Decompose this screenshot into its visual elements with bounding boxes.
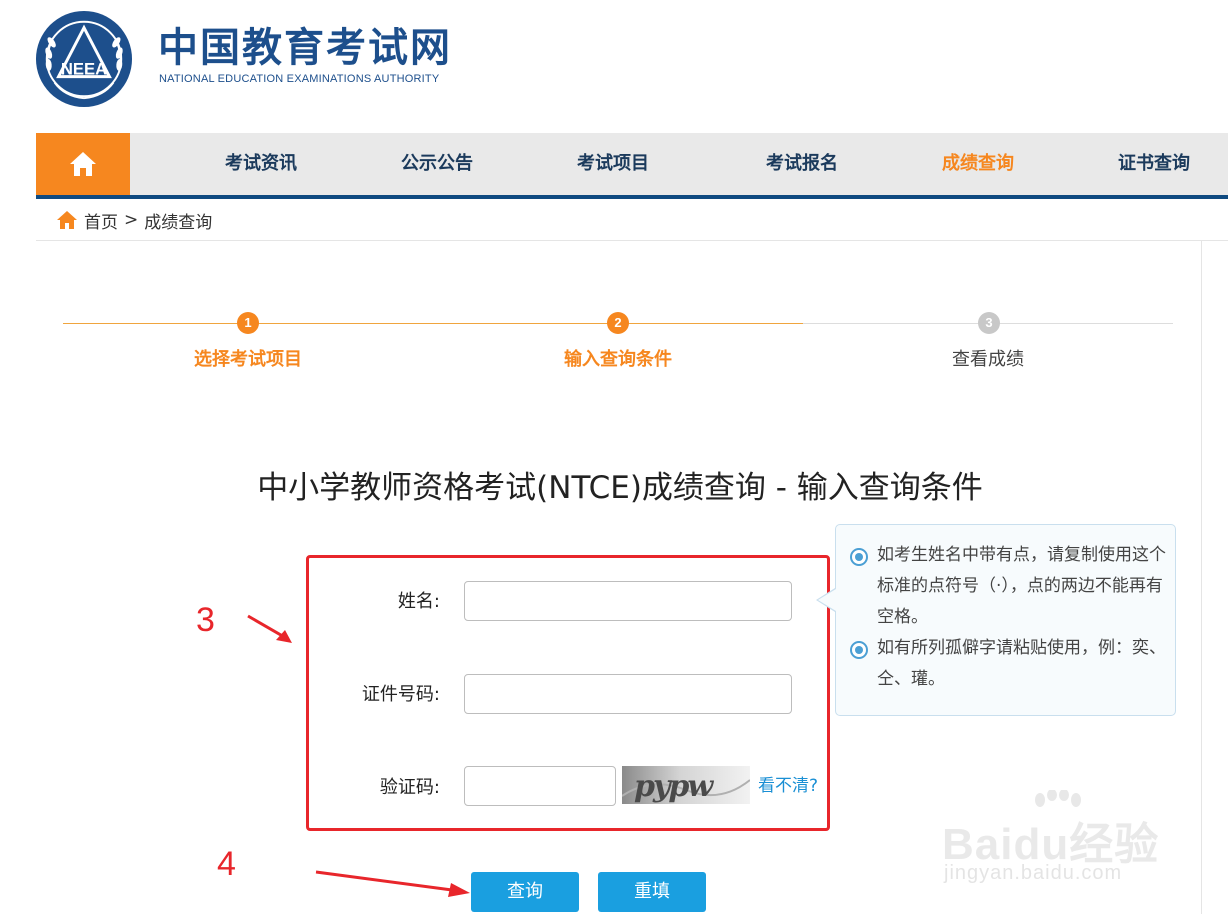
step-1-marker: 1 [237, 312, 259, 334]
radio-bullet-icon [850, 641, 868, 659]
nav-item-exam-registration[interactable]: 考试报名 [766, 133, 838, 195]
captcha-image[interactable]: pypw [622, 766, 750, 804]
tip-text-rare-characters: 如有所列孤僻字请粘贴使用，例：奕、仝、瓘。 [877, 638, 1166, 689]
site-title[interactable]: 中国教育考试网 [158, 24, 452, 72]
nav-item-exam-news[interactable]: 考试资讯 [225, 133, 297, 195]
site-header: NEEA 中国教育考试网 NATIONAL EDUCATION EXAMINAT… [0, 0, 1228, 132]
nav-item-announcements[interactable]: 公示公告 [401, 133, 473, 195]
home-icon [57, 211, 77, 229]
content-divider [36, 240, 1228, 241]
step-3-label: 查看成绩 [952, 349, 1024, 370]
step-1-label: 选择考试项目 [194, 349, 302, 370]
radio-bullet-icon [850, 548, 868, 566]
breadcrumb: 首页 > 成绩查询 [56, 205, 212, 235]
captcha-refresh-link[interactable]: 看不清? [758, 775, 818, 797]
breadcrumb-home-link[interactable]: 首页 [84, 208, 118, 233]
step-2-marker: 2 [607, 312, 629, 334]
watermark-domain: jingyan.baidu.com [944, 862, 1123, 884]
tip-item: 如有所列孤僻字请粘贴使用，例：奕、仝、瓘。 [850, 633, 1168, 695]
captcha-label: 验证码: [379, 777, 440, 798]
step-2-label: 输入查询条件 [564, 349, 672, 370]
tip-item: 如考生姓名中带有点，请复制使用这个标准的点符号（·），点的两边不能再有空格。 [850, 540, 1168, 633]
baidu-jingyan-watermark: Baidu经验 jingyan.baidu.com [942, 790, 1182, 910]
page-title: 中小学教师资格考试(NTCE)成绩查询 - 输入查询条件 [257, 470, 983, 506]
nav-item-certificate-query[interactable]: 证书查询 [1118, 133, 1190, 195]
emblem-text: NEEA [61, 60, 107, 79]
content-right-border [1201, 241, 1202, 914]
name-input[interactable] [464, 581, 792, 621]
annotation-number-4: 4 [217, 845, 236, 883]
tip-pointer-fill [818, 589, 836, 611]
site-subtitle: NATIONAL EDUCATION EXAMINATIONS AUTHORIT… [159, 73, 440, 85]
breadcrumb-separator: > [124, 210, 139, 230]
nav-home-button[interactable] [36, 133, 130, 195]
step-3-marker: 3 [978, 312, 1000, 334]
captcha-text: pypw [634, 769, 714, 804]
input-tips-panel: 如考生姓名中带有点，请复制使用这个标准的点符号（·），点的两边不能再有空格。 如… [835, 524, 1176, 716]
main-nav: 考试资讯 公示公告 考试项目 考试报名 成绩查询 证书查询 [36, 133, 1228, 199]
neea-emblem-icon[interactable]: NEEA [35, 10, 133, 108]
captcha-input[interactable] [464, 766, 616, 806]
home-icon [70, 152, 96, 176]
breadcrumb-current: 成绩查询 [144, 212, 213, 233]
tip-text-dot-symbol: 如考生姓名中带有点，请复制使用这个标准的点符号（·），点的两边不能再有空格。 [877, 545, 1166, 627]
annotation-arrow-icon [315, 870, 470, 897]
annotation-number-3: 3 [196, 601, 215, 639]
reset-button[interactable]: 重填 [598, 872, 706, 912]
name-label: 姓名: [397, 591, 440, 612]
id-number-label: 证件号码: [361, 684, 440, 705]
annotation-arrow-icon [247, 614, 292, 643]
nav-item-score-query[interactable]: 成绩查询 [942, 133, 1014, 195]
nav-item-exam-projects[interactable]: 考试项目 [577, 133, 649, 195]
id-number-input[interactable] [464, 674, 792, 714]
query-button[interactable]: 查询 [471, 872, 579, 912]
step-progress-line-done [63, 323, 803, 324]
